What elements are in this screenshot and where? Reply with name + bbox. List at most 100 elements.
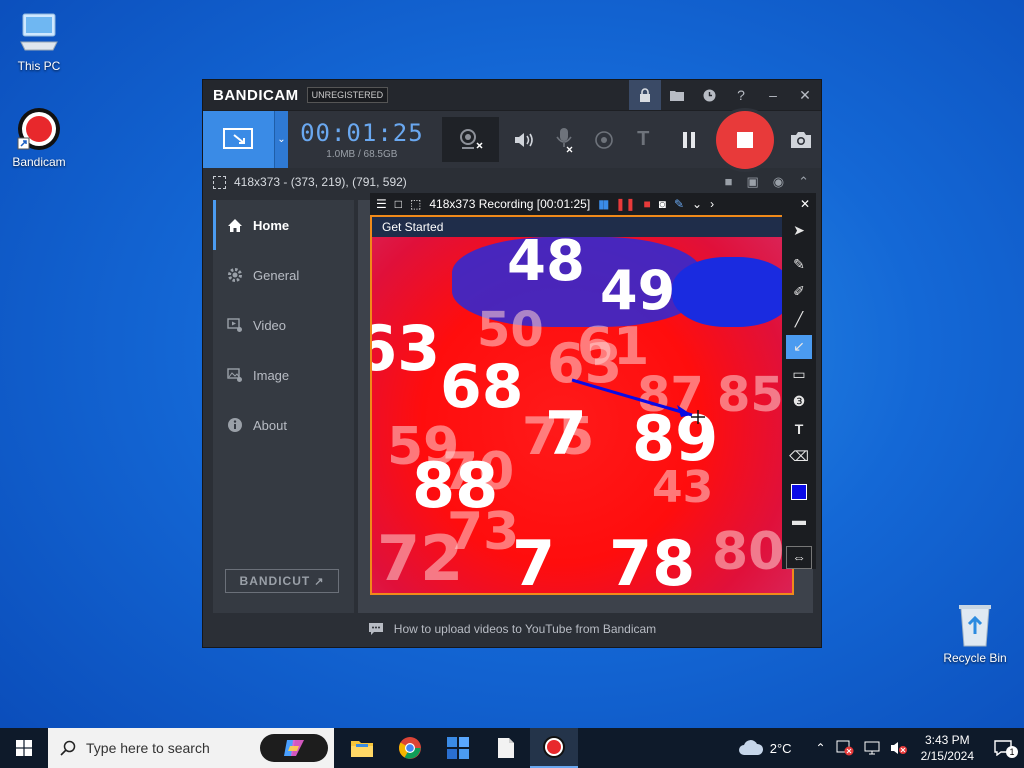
region-info-bar: 418x373 - (373, 219), (791, 592) ■ ▣ ◉ ⌃	[203, 168, 821, 196]
mode-dropdown-chevron-icon[interactable]: ⌄	[274, 111, 288, 168]
recording-bar[interactable]: ☰ □ ⬚ 418x373 Recording [00:01:25] ▮▮ ❚❚…	[370, 193, 816, 215]
folder-icon[interactable]	[661, 80, 693, 110]
sidebar-item-label: General	[253, 267, 300, 283]
desktop-icon-recycle-bin[interactable]: Recycle Bin	[937, 602, 1013, 665]
widgets-icon	[447, 737, 469, 759]
external-link-icon: ↗	[314, 575, 325, 588]
screenshot-button[interactable]	[782, 111, 821, 168]
speaker-button[interactable]	[505, 111, 544, 168]
region-info-text: 418x373 - (373, 219), (791, 592)	[234, 175, 407, 189]
weather-widget[interactable]: 2°C	[733, 740, 797, 756]
windows-logo-icon	[16, 740, 32, 756]
pause-button[interactable]	[669, 111, 708, 168]
toolbar-resize-icon[interactable]: ⇔	[786, 545, 812, 570]
start-button[interactable]	[0, 728, 48, 768]
minimize-icon[interactable]: –	[757, 80, 789, 110]
close-icon[interactable]: ✕	[800, 197, 816, 211]
settings-sidebar: Home General Video Image About BANDICUT …	[213, 200, 354, 613]
collapse-chevron-icon[interactable]: ⌃	[798, 174, 809, 190]
footer-tip[interactable]: How to upload videos to YouTube from Ban…	[203, 611, 821, 647]
highlighter-tool-icon[interactable]: ✐	[786, 280, 812, 304]
unregistered-badge: UNREGISTERED	[306, 87, 389, 103]
recording-title: 418x373 Recording [00:01:25]	[429, 197, 591, 211]
sidebar-item-general[interactable]: General	[213, 250, 354, 300]
region-select-icon[interactable]: ⬚	[410, 197, 421, 211]
text-tool-icon[interactable]: T	[786, 418, 812, 442]
arrow-tool-icon[interactable]: ↙	[786, 335, 812, 359]
menu-icon[interactable]: ☰	[376, 197, 387, 211]
recording-timer: 00:01:25 1.0MB / 68.5GB	[288, 111, 436, 168]
stop-recording-button[interactable]	[708, 110, 781, 169]
chevron-down-icon[interactable]: ⌄	[692, 197, 702, 211]
clock-icon[interactable]	[693, 80, 725, 110]
speaker-icon	[514, 132, 533, 147]
help-icon[interactable]: ?	[725, 80, 757, 110]
copilot-button[interactable]	[260, 734, 328, 762]
system-tray: 2°C ⌃ 3:43 PM 2/15/2024 1	[733, 728, 1024, 768]
sidebar-item-home[interactable]: Home	[213, 200, 354, 250]
lock-icon[interactable]	[629, 80, 661, 110]
bandicut-button[interactable]: BANDICUT ↗	[225, 569, 339, 593]
rectangle-tool-icon[interactable]: ▭	[786, 363, 812, 387]
numbering-tool-icon[interactable]: ❸	[786, 390, 812, 414]
show-hidden-icons-chevron-icon[interactable]: ⌃	[811, 741, 831, 755]
screen-mode-button[interactable]	[203, 111, 275, 168]
volume-muted-icon[interactable]	[885, 741, 913, 755]
computer-icon	[20, 13, 58, 51]
video-record-icon[interactable]: ■	[725, 174, 733, 190]
eraser-tool-icon[interactable]: ⌫	[786, 445, 812, 469]
camera-icon	[791, 131, 812, 148]
title-bar[interactable]: BANDICAM UNREGISTERED ? – ✕	[203, 80, 821, 110]
pen-icon[interactable]: ✎	[674, 197, 684, 211]
search-icon	[60, 740, 76, 756]
sidebar-item-label: Home	[253, 217, 290, 233]
audio-wave-icon[interactable]: ◉	[773, 174, 784, 190]
main-toolbar: ⌄ 00:01:25 1.0MB / 68.5GB T	[203, 110, 821, 169]
network-icon[interactable]	[859, 741, 885, 755]
file-size-text: 1.0MB / 68.5GB	[326, 149, 398, 160]
microphone-button[interactable]	[545, 111, 584, 168]
taskbar-file-explorer[interactable]	[338, 728, 386, 768]
chat-bubble-icon	[368, 623, 383, 635]
pause-icon[interactable]: ❚❚	[615, 197, 635, 211]
search-input[interactable]: Type here to search	[48, 728, 334, 768]
taskbar-notepad[interactable]	[482, 728, 530, 768]
text-overlay-button[interactable]: T	[624, 111, 663, 168]
selection-region-icon	[213, 175, 226, 189]
taskbar-chrome[interactable]	[386, 728, 434, 768]
fullscreen-icon[interactable]: □	[395, 197, 402, 211]
sidebar-item-about[interactable]: About	[213, 400, 354, 450]
line-width-icon[interactable]: ▬	[786, 508, 812, 532]
color-picker-icon[interactable]	[786, 481, 812, 505]
pen-arrow-drawing	[571, 378, 705, 424]
desktop-icon-label: Recycle Bin	[943, 651, 1007, 665]
webcam-off-icon	[459, 128, 483, 149]
text-icon: T	[637, 128, 650, 150]
pause-icon	[682, 131, 695, 148]
line-tool-icon[interactable]: ╱	[786, 308, 812, 332]
desktop-icon-bandicam[interactable]: Bandicam	[1, 106, 77, 169]
camera-icon[interactable]: ◙	[659, 197, 666, 211]
stop-icon	[736, 131, 753, 148]
image-icon[interactable]: ▣	[746, 174, 758, 190]
document-icon	[498, 738, 514, 758]
cursor-tool-icon[interactable]: ➤	[786, 219, 812, 243]
chevron-right-icon[interactable]: ›	[710, 197, 714, 211]
security-alert-icon[interactable]	[831, 740, 859, 756]
pencil-tool-icon[interactable]: ✎	[786, 253, 812, 277]
footer-tip-text: How to upload videos to YouTube from Ban…	[393, 622, 657, 636]
desktop-icon-this-pc[interactable]: This PC	[1, 10, 77, 73]
webcam-button[interactable]	[441, 117, 500, 162]
search-placeholder: Type here to search	[86, 740, 210, 756]
recording-capture-area[interactable]: Get Started 50 63 87 85 59 75 70 43 72 7…	[370, 215, 794, 595]
sidebar-item-video[interactable]: Video	[213, 300, 354, 350]
close-icon[interactable]: ✕	[789, 80, 821, 110]
copilot-icon	[284, 740, 304, 756]
notification-center[interactable]: 1	[982, 740, 1024, 758]
stop-icon[interactable]: ■	[643, 197, 650, 211]
taskbar-widgets[interactable]	[434, 728, 482, 768]
sidebar-item-image[interactable]: Image	[213, 350, 354, 400]
click-effect-button[interactable]	[584, 111, 623, 168]
taskbar-bandicam[interactable]	[530, 728, 578, 768]
system-clock[interactable]: 3:43 PM 2/15/2024	[913, 732, 982, 764]
